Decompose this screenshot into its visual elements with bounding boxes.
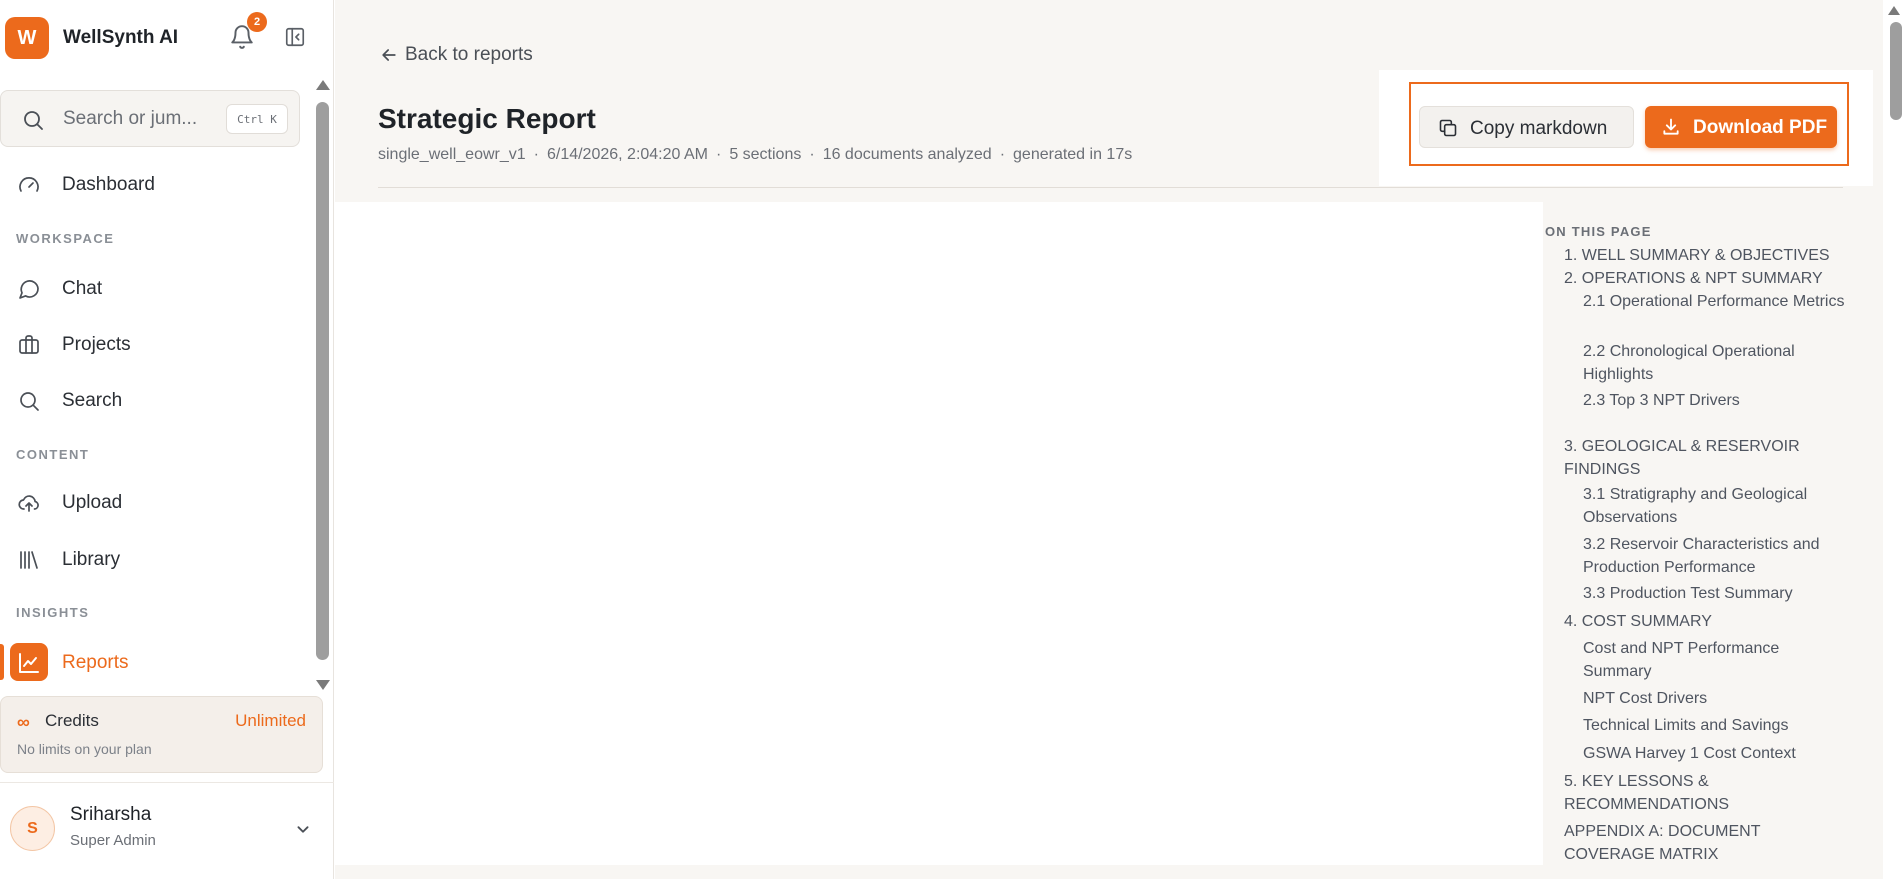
search-icon <box>24 111 43 130</box>
toc-link[interactable]: APPENDIX A: DOCUMENT COVERAGE MATRIX <box>1564 820 1846 866</box>
user-name[interactable]: Sriharsha <box>70 804 151 826</box>
brand-logo: W <box>5 17 49 59</box>
report-body <box>335 202 1543 865</box>
credits-subtitle: No limits on your plan <box>17 741 152 757</box>
back-link-label: Back to reports <box>405 44 533 65</box>
search-placeholder: Search or jum... <box>63 108 198 129</box>
sidebar-item-search[interactable]: Search <box>0 380 300 420</box>
toc-link[interactable]: 3.3 Production Test Summary <box>1583 582 1846 605</box>
page-title: Strategic Report <box>378 103 596 134</box>
credits-title: Credits <box>45 711 99 730</box>
meta-date: 6/14/2026, 2:04:20 AM <box>546 146 708 163</box>
sidebar-item-upload[interactable]: Upload <box>0 482 300 522</box>
search-icon <box>20 392 39 411</box>
sidebar-item-label: Reports <box>62 652 129 673</box>
toc-heading: ON THIS PAGE <box>1545 224 1652 239</box>
sidebar-item-label: Dashboard <box>62 174 155 195</box>
meta-separator: · <box>999 146 1006 163</box>
toc-link[interactable]: 2. OPERATIONS & NPT SUMMARY <box>1564 267 1846 290</box>
toc-link[interactable]: 1. WELL SUMMARY & OBJECTIVES <box>1564 244 1846 267</box>
credits-card: ∞ Credits Unlimited No limits on your pl… <box>0 696 323 773</box>
chart-line-icon <box>19 653 39 673</box>
toc-link[interactable]: 3. GEOLOGICAL & RESERVOIR FINDINGS <box>1564 435 1846 481</box>
briefcase-icon <box>19 335 39 354</box>
header-divider <box>378 187 1843 188</box>
meta-separator: · <box>715 146 722 163</box>
library-icon <box>20 551 38 569</box>
sidebar: W WellSynth AI 2 Search or jum... Ctrl K… <box>0 0 334 879</box>
credits-value: Unlimited <box>235 711 306 730</box>
copy-markdown-label: Copy markdown <box>1470 118 1608 139</box>
sidebar-item-label: Chat <box>62 278 103 299</box>
copy-markdown-button[interactable]: Copy markdown <box>1419 106 1634 148</box>
search-shortcut: Ctrl K <box>226 104 288 134</box>
sidebar-collapse-icon[interactable] <box>284 26 306 48</box>
toc-link[interactable]: 3.1 Stratigraphy and Geological Observat… <box>1583 483 1846 529</box>
section-label-insights: INSIGHTS <box>16 605 90 620</box>
gauge-icon <box>19 177 39 192</box>
sidebar-item-label: Library <box>62 549 121 570</box>
sidebar-search[interactable]: Search or jum... Ctrl K <box>0 90 300 147</box>
section-label-content: CONTENT <box>16 447 90 462</box>
toc-link[interactable]: 2.3 Top 3 NPT Drivers <box>1583 389 1846 412</box>
download-pdf-button[interactable]: Download PDF <box>1645 106 1837 148</box>
sidebar-item-library[interactable]: Library <box>0 539 300 579</box>
meta-sections: 5 sections <box>729 146 802 163</box>
toc-link[interactable]: GSWA Harvey 1 Cost Context <box>1583 742 1846 765</box>
page-scrollbar-thumb[interactable] <box>1890 22 1902 120</box>
brand-name: WellSynth AI <box>63 27 179 48</box>
sidebar-item-label: Search <box>62 390 123 411</box>
toc-link[interactable]: 3.2 Reservoir Characteristics and Produc… <box>1583 533 1846 579</box>
page-scroll-up-arrow[interactable] <box>1888 6 1900 15</box>
brand[interactable]: W WellSynth AI <box>5 17 178 59</box>
sidebar-scroll-down-arrow[interactable] <box>316 680 330 690</box>
user-role: Super Admin <box>70 832 156 849</box>
sidebar-item-projects[interactable]: Projects <box>0 324 300 364</box>
toc-link[interactable]: 4. COST SUMMARY <box>1564 610 1846 633</box>
meta-separator: · <box>809 146 815 163</box>
infinity-icon: ∞ <box>17 712 30 732</box>
meta-generated: generated in 17s <box>1013 146 1133 163</box>
toc-link[interactable]: 5. KEY LESSONS & RECOMMENDATIONS <box>1564 770 1846 816</box>
toc-link[interactable]: 2.2 Chronological Operational Highlights <box>1583 340 1846 386</box>
back-to-reports-link[interactable]: Back to reports <box>379 44 533 66</box>
page-scrollbar[interactable] <box>1883 0 1903 879</box>
sidebar-item-reports[interactable]: Reports <box>0 642 300 682</box>
meta-separator: · <box>533 146 539 163</box>
sidebar-item-label: Upload <box>62 492 123 513</box>
sidebar-scroll-up-arrow[interactable] <box>316 80 330 90</box>
avatar[interactable]: S <box>10 806 55 851</box>
arrow-left-icon <box>382 49 396 61</box>
copy-icon <box>1439 119 1457 137</box>
cloud-upload-icon <box>18 495 39 512</box>
main-content: Back to reports Strategic Report single_… <box>335 0 1883 879</box>
sidebar-item-dashboard[interactable]: Dashboard <box>0 164 300 204</box>
sidebar-item-chat[interactable]: Chat <box>0 268 300 308</box>
meta-documents: 16 documents analyzed <box>822 146 992 163</box>
download-icon <box>1663 118 1679 135</box>
toc-link[interactable]: 2.1 Operational Performance Metrics <box>1583 290 1846 313</box>
chat-icon <box>19 280 39 299</box>
report-meta: single_well_eowr_v1 · 6/14/2026, 2:04:20 A… <box>378 146 1132 164</box>
download-pdf-label: Download PDF <box>1693 117 1828 138</box>
toc-link[interactable]: Technical Limits and Savings <box>1583 714 1846 737</box>
divider <box>0 782 334 783</box>
sidebar-scrollbar-thumb[interactable] <box>316 102 329 660</box>
section-label-workspace: WORKSPACE <box>16 231 115 246</box>
toc-link[interactable]: NPT Cost Drivers <box>1583 687 1846 710</box>
notification-badge: 2 <box>247 12 267 32</box>
table-of-contents: ON THIS PAGE 1. WELL SUMMARY & OBJECTIVE… <box>1545 202 1850 879</box>
toc-link[interactable]: Cost and NPT Performance Summary <box>1583 637 1846 683</box>
chevron-down-icon[interactable] <box>292 818 314 840</box>
sidebar-item-label: Projects <box>62 334 131 355</box>
meta-template: single_well_eowr_v1 <box>378 146 526 163</box>
